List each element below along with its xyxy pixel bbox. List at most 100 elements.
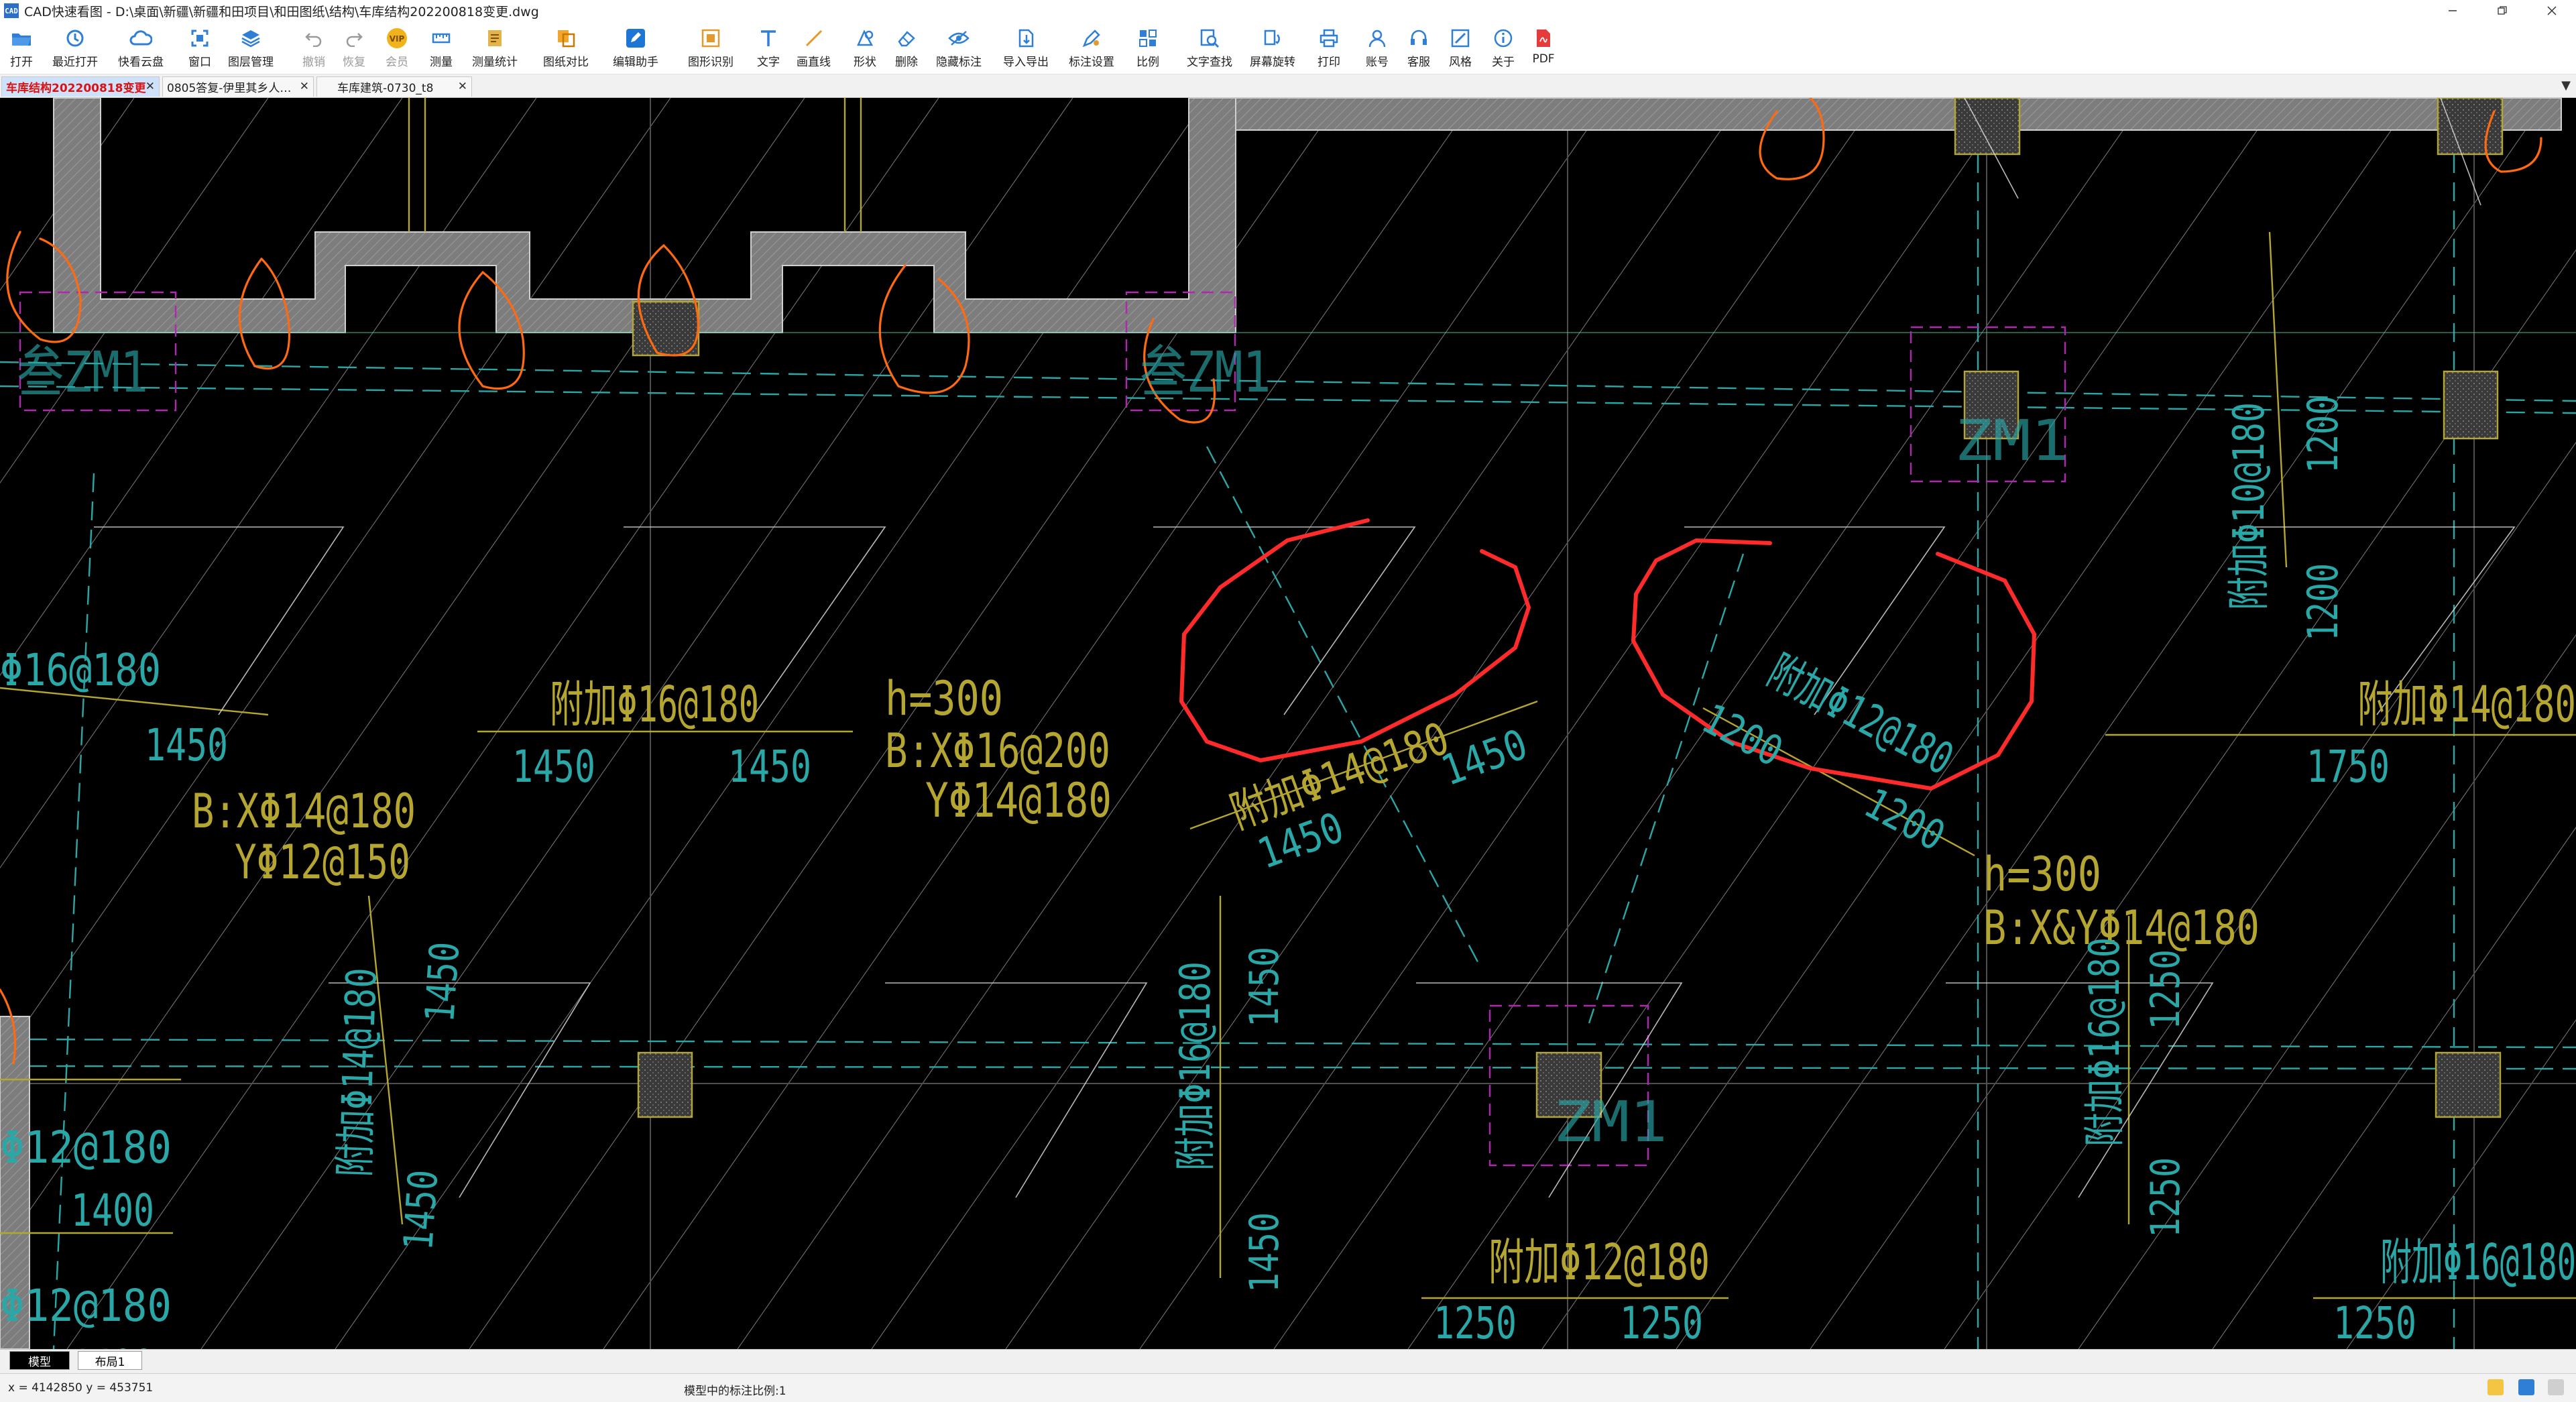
tab-model[interactable]: 模型	[9, 1351, 70, 1370]
rebar-label: 附加Φ16@180	[1171, 961, 1220, 1171]
redo-button[interactable]: 恢复	[341, 25, 367, 72]
rebar-label: 附加Φ12@180	[1488, 1234, 1710, 1291]
scale-button[interactable]: 比例	[1134, 25, 1161, 72]
rebar-label: 附加Φ10@180	[2225, 402, 2274, 610]
account-button[interactable]: 账号	[1364, 25, 1391, 72]
dimension-label: 1250	[2333, 1297, 2416, 1349]
drawing-canvas[interactable]: 叁ZM1 叁ZM1 ZM1 ZM1 Φ16@180 1450 附加Φ16@180…	[0, 98, 2576, 1349]
folder-open-icon	[8, 25, 35, 51]
cloud-icon	[127, 25, 154, 51]
minimize-icon	[2449, 10, 2457, 11]
recent-open-button[interactable]: 最近打开	[52, 25, 98, 72]
cloud-drive-button[interactable]: 快看云盘	[118, 25, 164, 72]
edit-assistant-button[interactable]: 编辑助手	[613, 25, 658, 72]
dimension-label: 1250	[2142, 949, 2189, 1030]
cad-drawing: 叁ZM1 叁ZM1 ZM1 ZM1 Φ16@180 1450 附加Φ16@180…	[0, 98, 2576, 1349]
import-export-button[interactable]: 导入导出	[1003, 25, 1049, 72]
drawing-compare-button[interactable]: 图纸对比	[543, 25, 589, 72]
dimension-label: 1400	[71, 1340, 154, 1349]
tab-label: 车库结构202200818变更	[6, 82, 146, 95]
tab-list-dropdown-icon[interactable]: ▼	[2561, 78, 2571, 93]
dimension-label: 1250	[1433, 1297, 1517, 1349]
maximize-button[interactable]	[2481, 0, 2524, 21]
headset-icon	[1405, 25, 1432, 51]
tab-label: 0805答复-伊里其乡人…	[167, 82, 292, 95]
draw-line-button[interactable]: 画直线	[797, 25, 831, 72]
import-export-icon	[1012, 25, 1039, 51]
text-button[interactable]: 文字	[755, 25, 782, 72]
axis-grid-lines	[0, 98, 2576, 1349]
status-folder-icon[interactable]	[2487, 1379, 2504, 1395]
info-icon	[1490, 25, 1517, 51]
pdf-button[interactable]: PDF	[1530, 25, 1557, 72]
open-button[interactable]: 打开	[8, 25, 35, 72]
eraser-icon	[893, 25, 920, 51]
edit-assistant-icon	[622, 25, 649, 51]
close-window-button[interactable]	[2530, 0, 2573, 21]
window-button[interactable]: 窗口	[186, 25, 213, 72]
tab-document-2[interactable]: 0805答复-伊里其乡人… ✕	[162, 76, 314, 97]
svg-text:VIP: VIP	[390, 34, 405, 44]
rebar-label: 附加Φ16@180	[550, 676, 759, 734]
tab-layout1[interactable]: 布局1	[78, 1351, 142, 1370]
annotation-settings-button[interactable]: 标注设置	[1069, 25, 1114, 72]
status-view-icon[interactable]	[2518, 1379, 2534, 1395]
scale-icon	[1134, 25, 1161, 51]
restore-icon	[2498, 6, 2507, 15]
dimension-label: 1450	[1435, 719, 1533, 795]
layer-manager-button[interactable]: 图层管理	[228, 25, 274, 72]
print-button[interactable]: 打印	[1315, 25, 1342, 72]
compare-icon	[552, 25, 579, 51]
top-wall-right	[1235, 98, 2562, 131]
dimension-label: 1450	[512, 741, 595, 793]
dimension-label: 1200	[1857, 778, 1953, 861]
text-search-button[interactable]: 文字查找	[1187, 25, 1232, 72]
dimension-label: 1250	[2142, 1157, 2189, 1238]
rotate-screen-icon	[1259, 25, 1286, 51]
column-label: ZM1	[1554, 1090, 1667, 1155]
shape-button[interactable]: 形状	[852, 25, 878, 72]
window-title: CAD快速看图 - D:\桌面\新疆\新疆和田项目\和田图纸\结构\车库结构20…	[24, 4, 539, 19]
app-logo-icon: CAD	[4, 3, 19, 18]
close-tab-icon[interactable]: ✕	[458, 80, 467, 93]
shape-recognize-icon	[697, 25, 724, 51]
measure-stats-button[interactable]: 测量统计	[472, 25, 518, 72]
history-icon	[62, 25, 89, 51]
retaining-wall	[53, 98, 1236, 333]
screen-rotate-button[interactable]: 屏幕旋转	[1250, 25, 1295, 72]
line-icon	[801, 25, 827, 51]
rebar-label: 附加Φ14@180	[330, 967, 386, 1177]
layout-tab-bar: 模型 布局1	[0, 1349, 2576, 1374]
measure-button[interactable]: 测量	[428, 25, 455, 72]
vip-button[interactable]: VIP 会员	[384, 25, 410, 72]
tab-document-3[interactable]: 车库建筑-0730_t8 ✕	[316, 76, 472, 97]
status-layout-icon[interactable]	[2548, 1379, 2564, 1395]
close-tab-icon[interactable]: ✕	[145, 80, 155, 93]
measure-icon	[428, 25, 455, 51]
rebar-label: Φ12@180	[0, 1122, 172, 1173]
about-button[interactable]: 关于	[1490, 25, 1517, 72]
tab-document-1[interactable]: 车库结构202200818变更 ✕	[1, 76, 160, 97]
dimension-label: 1200	[1694, 694, 1791, 776]
close-tab-icon[interactable]: ✕	[300, 80, 309, 93]
annotation-settings-icon	[1078, 25, 1105, 51]
rebar-dashed-lines	[0, 98, 2576, 1349]
account-icon	[1364, 25, 1391, 51]
pdf-icon	[1530, 25, 1557, 51]
text-search-icon	[1196, 25, 1223, 51]
slab-hatch-lines	[0, 98, 2576, 1349]
column-label: 叁ZM1	[17, 340, 149, 405]
delete-button[interactable]: 删除	[893, 25, 920, 72]
dimension-label: 1450	[1241, 1212, 1288, 1293]
minimize-button[interactable]	[2431, 0, 2474, 21]
dimension-label: 1450	[416, 940, 469, 1024]
style-button[interactable]: 风格	[1447, 25, 1474, 72]
hide-annotation-button[interactable]: 隐藏标注	[936, 25, 982, 72]
undo-button[interactable]: 撤销	[300, 25, 327, 72]
rebar-label: 附加Φ16@180	[2080, 937, 2129, 1147]
rebar-label: 附加Φ14@180	[1224, 712, 1456, 839]
dimension-label: 1200	[2298, 396, 2347, 473]
shape-recognition-button[interactable]: 图形识别	[688, 25, 734, 72]
customer-service-button[interactable]: 客服	[1405, 25, 1432, 72]
cursor-coordinates: x = 4142850 y = 453751	[8, 1381, 154, 1395]
